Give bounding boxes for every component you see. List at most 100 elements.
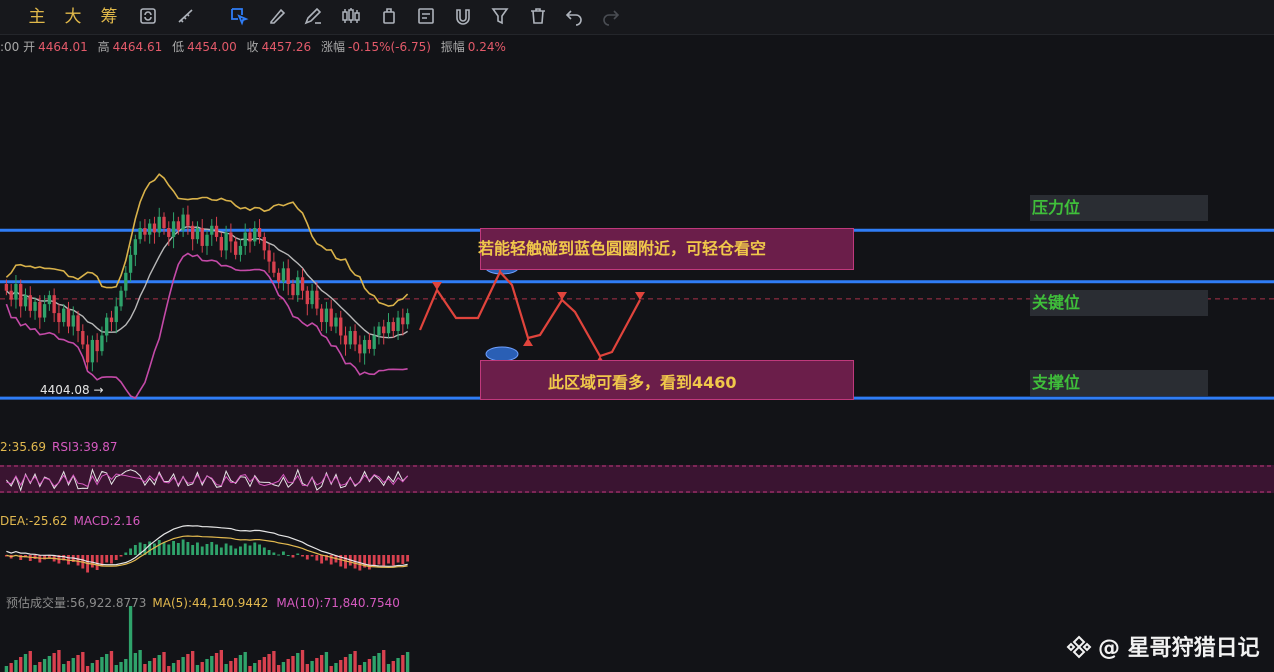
candle-body [148,223,152,235]
volume-bar [233,658,238,672]
macd-value: MACD:2.16 [73,514,141,528]
volume-bar [248,666,252,672]
macd-bar [372,555,376,567]
candle-body [186,214,190,226]
candle-body [105,317,109,336]
candle-body [243,232,247,246]
price-chart[interactable] [0,0,1274,672]
volume-bar [281,662,286,672]
volume-bar [38,662,42,672]
macd-bar [262,547,266,555]
macd-bar [243,543,247,555]
volume-bar [267,654,271,672]
volume-bar [95,660,99,672]
macd-bar [90,555,94,568]
macd-bar [310,555,314,557]
volume-bar [396,658,400,672]
volume-bar [81,652,85,672]
candle-body [171,221,176,237]
macd-bar [181,539,185,555]
volume-bar [315,658,319,672]
volume-bar [57,650,61,672]
volume-ma10: MA(10):71,840.7540 [276,596,400,610]
macd-bar [176,543,180,555]
macd-bar [387,555,390,564]
volume-bar [138,650,142,672]
candle-body [329,308,333,327]
macd-bar [186,542,190,555]
volume-bar [171,663,176,672]
candle-body [210,225,214,235]
candle-body [391,322,395,332]
candle-body [85,344,90,363]
macd-bar [382,555,386,566]
candle-body [76,315,80,332]
rsi-a-value: 2:35.69 [0,440,47,454]
volume-estimate: 预估成交量:56,922.8773 [6,596,147,610]
volume-bar [276,665,281,672]
candle-body [286,268,290,284]
candle-body [81,331,85,345]
candle-body [152,223,157,233]
candle-body [324,308,329,323]
volume-bar [300,650,305,672]
macd-bar [167,544,171,555]
volume-bar [71,658,75,672]
candle-body [205,234,209,246]
level-label-resistance: 压力位 [1030,195,1208,221]
volume-bar [157,655,161,672]
macd-bar [210,542,214,555]
macd-bar [129,548,133,555]
volume-bar [243,652,247,672]
candle-body [38,301,42,318]
candle-body [353,331,357,345]
volume-bar [205,659,209,672]
volume-bar [272,651,276,672]
macd-bar [258,544,261,555]
candle-body [62,308,66,323]
candle-body [405,313,410,325]
candle-body [233,241,238,255]
low-price-marker: 4404.08 → [40,383,104,397]
candle-body [339,317,343,336]
volume-bar [214,653,219,672]
volume-bar [152,658,157,672]
candle-body [109,317,114,323]
candle-body [176,221,181,231]
volume-bar [33,665,37,672]
macd-bar [153,543,156,555]
macd-bar [253,542,257,555]
volume-bar [9,663,13,672]
macd-bar [234,548,238,555]
volume-bar [291,656,295,672]
candle-body [95,339,99,352]
macd-bar [286,555,290,556]
volume-bar [343,657,348,672]
candle-body [128,254,133,273]
candle-body [224,232,228,251]
macd-bar [320,555,324,564]
candle-body [57,313,61,323]
volume-bar [119,662,123,672]
volume-bar [176,660,181,672]
candle-body [267,250,271,262]
candle-body [296,277,300,296]
candle-body [382,326,386,334]
volume-bar [124,659,128,672]
volume-bar [334,663,338,672]
macd-bar [291,555,295,558]
candle-body [133,239,138,255]
volume-bar [238,655,243,672]
macd-bar [114,555,118,560]
volume-bar [210,656,214,672]
candle-body [238,245,243,255]
candle-body [362,339,367,354]
macd-readout: DEA:-25.62 MACD:2.16 [0,514,140,528]
candle-body [33,301,37,311]
volume-bar [405,652,410,672]
low-price-value: 4404.08 [40,383,90,397]
candle-body [114,306,118,323]
candle-body [253,228,257,242]
macd-bar [219,547,223,555]
candle-body [377,326,381,336]
